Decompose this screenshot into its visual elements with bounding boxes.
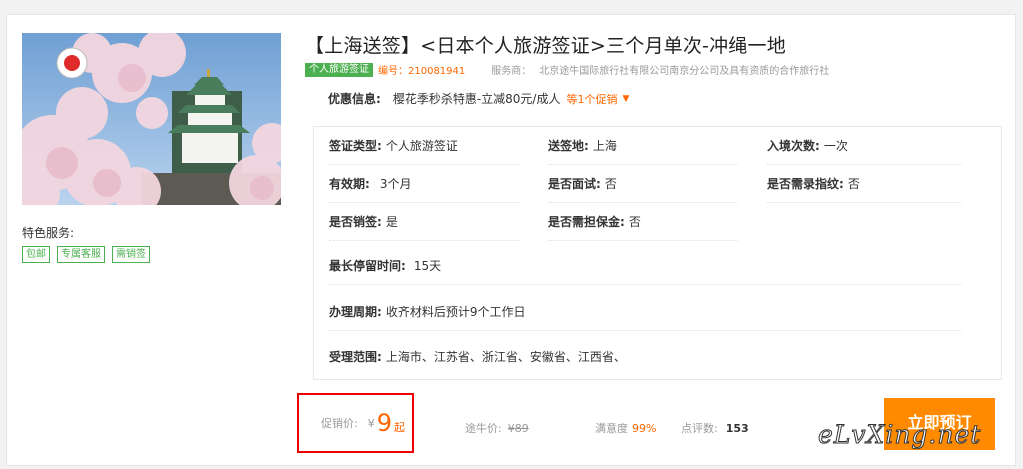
review-count-label: 点评数: <box>681 422 718 435</box>
detail-max-stay: 最长停留时间: 15天 <box>329 247 962 285</box>
promo-label: 优惠信息: <box>328 92 381 106</box>
product-title: 【上海送签】<日本个人旅游签证>三个月单次-冲绳一地 <box>305 35 786 57</box>
product-meta: 个人旅游签证 编号：210081941 服务商： 北京途牛国际旅行社有限公司南京… <box>305 62 829 77</box>
price-suffix: 起 <box>394 421 405 434</box>
tuniu-price: 途牛价: ¥89 <box>465 420 529 436</box>
tuniu-price-value: ¥89 <box>507 422 529 435</box>
detail-processing-period: 办理周期: 收齐材料后预计9个工作日 <box>329 293 962 331</box>
review-count[interactable]: 点评数: 153 <box>681 420 749 436</box>
review-count-value: 153 <box>725 422 749 435</box>
currency-symbol: ¥ <box>367 416 375 430</box>
promo-price-box: 促销价: ¥ 9 起 <box>297 393 414 453</box>
promo-text: 樱花季秒杀特惠-立减80元/成人 <box>392 92 561 106</box>
promo-price-label: 促销价: <box>321 417 358 430</box>
japan-flag-icon <box>56 47 88 79</box>
promo-info: 优惠信息: 樱花季秒杀特惠-立减80元/成人 等1个促销 ▼ <box>328 90 629 107</box>
satisfaction: 满意度 99% <box>595 420 656 436</box>
detail-fingerprint: 是否需录指纹: 否 <box>767 165 962 203</box>
detail-cancel-visa: 是否销签: 是 <box>329 203 519 241</box>
detail-validity: 有效期: 3个月 <box>329 165 519 203</box>
detail-send-location: 送签地: 上海 <box>548 127 738 165</box>
detail-scope: 受理范围: 上海市、江苏省、浙江省、安徽省、江西省、 <box>329 349 626 364</box>
features-label: 特色服务: <box>22 226 75 240</box>
satisfaction-value: 99% <box>632 422 657 435</box>
detail-entries: 入境次数: 一次 <box>767 127 962 165</box>
detail-deposit: 是否需担保金: 否 <box>548 203 738 241</box>
detail-visa-type: 签证类型: 个人旅游签证 <box>329 127 519 165</box>
product-code: 编号：210081941 <box>378 66 466 77</box>
provider-name: 北京途牛国际旅行社有限公司南京分公司及具有资质的合作旅行社 <box>539 66 830 77</box>
satisfaction-label: 满意度 <box>595 422 628 435</box>
caret-down-icon[interactable]: ▼ <box>622 94 629 104</box>
site-watermark: eLvXing.net <box>817 420 982 450</box>
provider-label: 服务商： <box>491 66 532 77</box>
feature-tags: 包邮 专属客服 需销签 <box>22 246 150 263</box>
feature-tag-free-shipping: 包邮 <box>22 246 50 263</box>
feature-tag-visa-cancel: 需销签 <box>112 246 150 263</box>
promo-more-link[interactable]: 等1个促销 <box>566 91 617 107</box>
visa-type-badge: 个人旅游签证 <box>305 62 373 77</box>
product-image[interactable] <box>22 33 281 205</box>
visa-details-panel: 签证类型: 个人旅游签证 送签地: 上海 入境次数: 一次 有效期: 3个月 是否面试:… <box>313 126 1002 380</box>
promo-price: 9 <box>376 409 392 437</box>
tuniu-price-label: 途牛价: <box>465 422 502 435</box>
osaka-castle-image <box>22 33 281 205</box>
feature-tag-customer-service: 专属客服 <box>57 246 105 263</box>
detail-interview: 是否面试: 否 <box>548 165 738 203</box>
